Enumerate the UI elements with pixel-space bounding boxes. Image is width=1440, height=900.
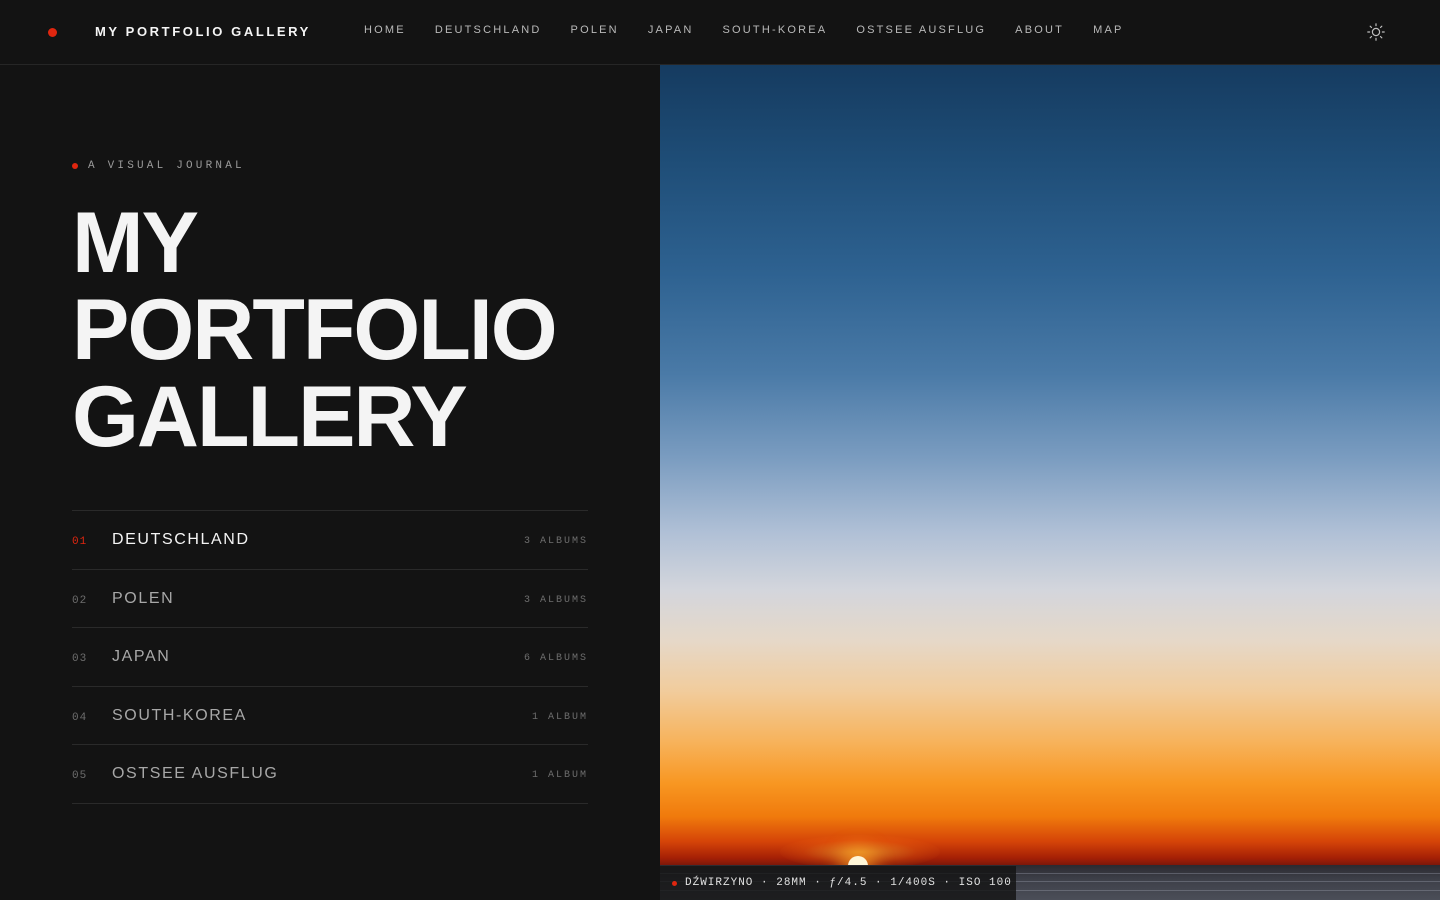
main-nav: HOME DEUTSCHLAND POLEN JAPAN SOUTH-KOREA… [364,24,1153,36]
nav-link-japan[interactable]: JAPAN [648,24,694,36]
title-line-1: MY [72,195,199,291]
row-album-count: 6 ALBUMS [523,653,588,665]
page-title: MY PORTFOLIO GALLERY [72,200,632,461]
photo-caption: DŹWIRZYNO · 28MM · ƒ/4.5 · 1/400S · ISO … [660,866,1016,900]
eyebrow-text: A VISUAL JOURNAL [88,160,245,172]
caption-dot-icon [672,880,677,886]
row-album-count: 1 ALBUM [531,711,588,723]
country-row-deutschland[interactable]: 01 DEUTSCHLAND 3 ALBUMS [72,511,588,570]
nav-link-ostsee-ausflug[interactable]: OSTSEE AUSFLUG [856,24,986,36]
row-number: 04 [72,711,88,724]
intro-panel: A VISUAL JOURNAL MY PORTFOLIO GALLERY 01… [0,65,660,900]
nav-link-about[interactable]: ABOUT [1015,24,1064,36]
row-number: 01 [72,536,88,548]
nav-link-map[interactable]: MAP [1093,24,1123,36]
photo-exif: DŹWIRZYNO · 28MM · ƒ/4.5 · 1/400S · ISO … [685,877,1012,889]
title-line-2: PORTFOLIO [72,282,558,378]
row-album-count: 1 ALBUM [531,770,588,782]
row-album-count: 3 ALBUMS [523,594,588,606]
country-row-polen[interactable]: 02 POLEN 3 ALBUMS [72,570,588,629]
nav-link-polen[interactable]: POLEN [571,24,619,36]
nav-link-deutschland[interactable]: DEUTSCHLAND [435,24,542,36]
site-header: MY PORTFOLIO GALLERY HOME DEUTSCHLAND PO… [0,0,1440,65]
nav-link-south-korea[interactable]: SOUTH-KOREA [722,24,827,36]
eyebrow-dot-icon [72,163,78,169]
row-name: SOUTH-KOREA [112,706,247,724]
row-name: OSTSEE AUSFLUG [112,765,279,783]
row-name: JAPAN [112,648,171,666]
hero-photo[interactable]: DŹWIRZYNO · 28MM · ƒ/4.5 · 1/400S · ISO … [660,65,1440,900]
country-list: 01 DEUTSCHLAND 3 ALBUMS 02 POLEN 3 ALBUM… [72,510,588,804]
row-number: 05 [72,770,88,783]
row-album-count: 3 ALBUMS [523,536,588,547]
row-number: 02 [72,594,88,607]
nav-link-home[interactable]: HOME [364,24,406,36]
row-name: POLEN [112,589,175,607]
title-line-3: GALLERY [72,369,468,465]
brand-logo-link[interactable]: MY PORTFOLIO GALLERY [95,24,311,39]
row-number: 03 [72,653,88,666]
country-row-ostsee-ausflug[interactable]: 05 OSTSEE AUSFLUG 1 ALBUM [72,745,588,804]
row-name: DEUTSCHLAND [112,531,250,548]
country-row-japan[interactable]: 03 JAPAN 6 ALBUMS [72,628,588,687]
eyebrow: A VISUAL JOURNAL [72,160,245,172]
sun-icon [1367,23,1385,41]
country-row-south-korea[interactable]: 04 SOUTH-KOREA 1 ALBUM [72,687,588,746]
theme-toggle-button[interactable] [1366,22,1386,42]
logo-dot-icon[interactable] [48,28,57,37]
